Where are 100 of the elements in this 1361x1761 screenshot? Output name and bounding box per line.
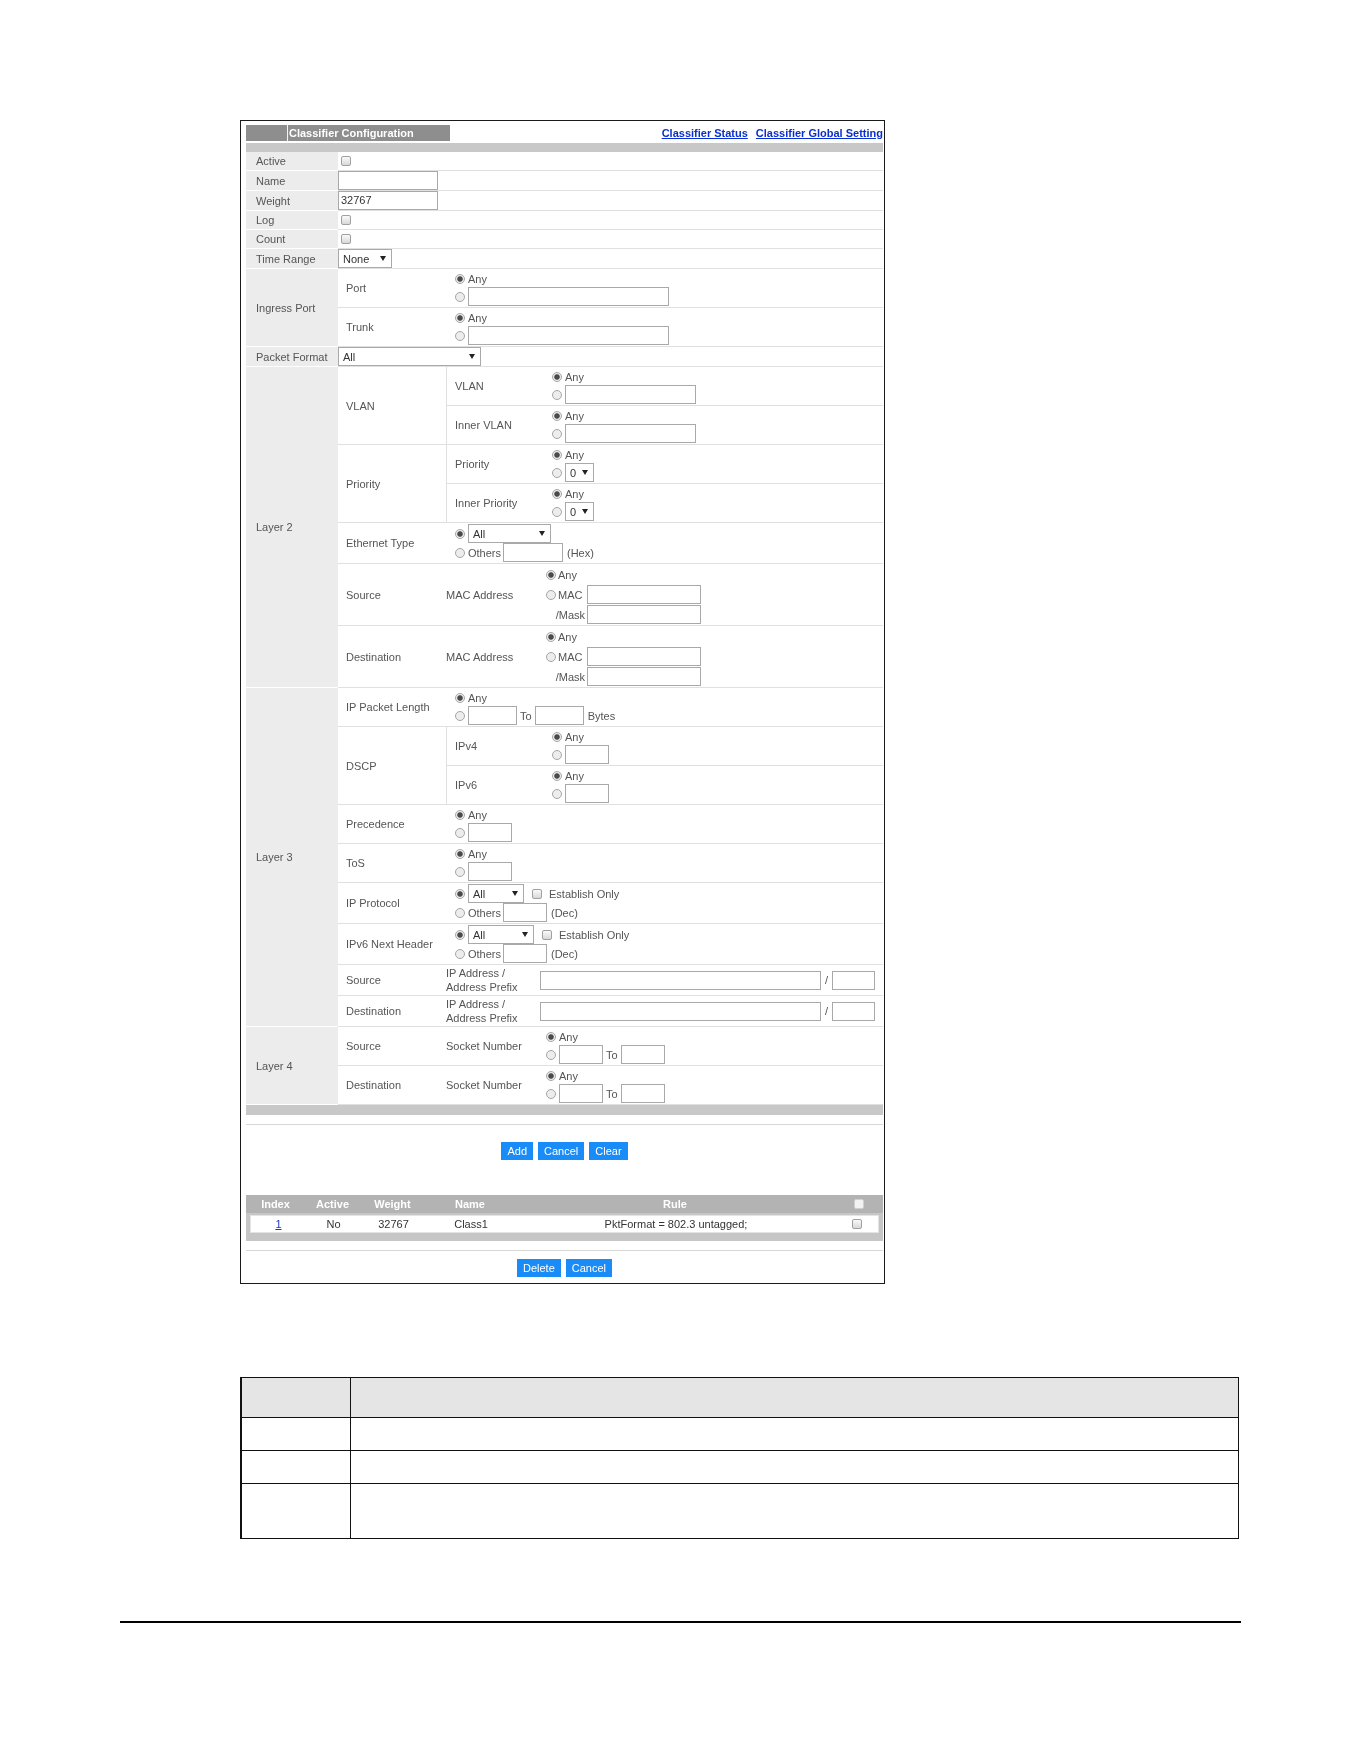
field-label: IP Address / Address Prefix xyxy=(446,967,518,993)
text-field[interactable] xyxy=(468,287,669,306)
radio-button[interactable] xyxy=(552,488,562,499)
checkbox[interactable] xyxy=(852,1219,862,1229)
option-label: Any xyxy=(558,630,577,643)
text-field[interactable] xyxy=(503,903,547,922)
text-field[interactable] xyxy=(565,745,609,764)
prefix-separator: / xyxy=(825,974,829,986)
label-cell: Active xyxy=(246,152,338,171)
option-label: Any xyxy=(565,769,584,782)
field-label: IPv6 Next Header xyxy=(346,938,433,950)
field-label: Destination xyxy=(346,650,402,663)
radio-button[interactable] xyxy=(455,866,465,877)
radio-button[interactable] xyxy=(546,631,556,642)
dropdown[interactable]: 0 xyxy=(565,502,594,521)
radio-button[interactable] xyxy=(552,410,562,421)
radio-button[interactable] xyxy=(552,788,562,799)
text-field[interactable] xyxy=(559,1084,603,1103)
dropdown[interactable]: 0 xyxy=(565,463,594,482)
label-cell: Count xyxy=(246,230,338,249)
text-field[interactable] xyxy=(503,543,563,562)
text-field[interactable] xyxy=(620,1045,665,1064)
text-field[interactable] xyxy=(540,1001,821,1021)
index-link[interactable]: 1 xyxy=(275,1218,282,1230)
text-field[interactable] xyxy=(468,706,517,725)
radio-button[interactable] xyxy=(455,809,465,820)
radio-button[interactable] xyxy=(455,827,465,838)
header-link[interactable]: Classifier Status xyxy=(661,127,748,139)
radio-button[interactable] xyxy=(552,770,562,781)
radio-button[interactable] xyxy=(546,1049,556,1060)
checkbox[interactable] xyxy=(854,1199,864,1209)
checkbox[interactable] xyxy=(542,929,552,940)
text-field[interactable] xyxy=(503,944,547,963)
radio-button[interactable] xyxy=(552,731,562,742)
unit-label: (Hex) xyxy=(567,546,594,559)
text-field[interactable] xyxy=(468,862,512,881)
radio-button[interactable] xyxy=(455,547,465,558)
label-cell: Log xyxy=(246,211,338,230)
field-label: VLAN xyxy=(346,399,375,412)
option-label: Any xyxy=(468,272,487,285)
label-cell: Name xyxy=(246,171,338,191)
dropdown[interactable]: All xyxy=(468,925,534,944)
text-field[interactable] xyxy=(587,647,701,666)
radio-button[interactable] xyxy=(455,330,465,341)
dropdown[interactable]: All xyxy=(468,524,551,543)
checkbox[interactable] xyxy=(341,234,351,244)
radio-button[interactable] xyxy=(552,506,562,517)
text-field[interactable] xyxy=(620,1084,665,1103)
text-field[interactable] xyxy=(832,970,876,990)
option-label: Any xyxy=(559,1069,578,1082)
radio-button[interactable] xyxy=(455,528,465,539)
text-field[interactable] xyxy=(587,667,701,686)
radio-button[interactable] xyxy=(552,749,562,760)
column-header: Index xyxy=(261,1198,290,1210)
text-field[interactable] xyxy=(565,385,696,404)
radio-button[interactable] xyxy=(546,651,556,662)
text-field[interactable] xyxy=(587,605,701,624)
radio-button[interactable] xyxy=(546,569,556,580)
radio-button[interactable] xyxy=(455,291,465,302)
radio-button[interactable] xyxy=(455,848,465,859)
checkbox[interactable] xyxy=(532,888,542,899)
text-field[interactable] xyxy=(565,784,609,803)
dropdown[interactable]: None xyxy=(338,249,392,268)
radio-button[interactable] xyxy=(546,1088,556,1099)
radio-button[interactable] xyxy=(455,273,465,284)
radio-button[interactable] xyxy=(455,710,465,721)
radio-button[interactable] xyxy=(455,312,465,323)
prefix-separator: / xyxy=(825,1005,829,1017)
radio-button[interactable] xyxy=(455,929,465,940)
checkbox[interactable] xyxy=(341,215,351,225)
label-cell: Time Range xyxy=(246,249,338,269)
checkbox[interactable] xyxy=(341,156,351,166)
text-field[interactable] xyxy=(540,970,821,990)
radio-button[interactable] xyxy=(552,467,562,478)
text-field[interactable] xyxy=(832,1001,876,1021)
text-field[interactable] xyxy=(559,1045,603,1064)
radio-button[interactable] xyxy=(546,1070,556,1081)
text-field[interactable] xyxy=(468,823,512,842)
radio-button[interactable] xyxy=(546,589,556,600)
radio-button[interactable] xyxy=(552,428,562,439)
table-cell: No xyxy=(326,1218,341,1230)
text-field[interactable] xyxy=(468,326,669,345)
dropdown[interactable]: All xyxy=(338,347,481,366)
radio-button[interactable] xyxy=(546,1031,556,1042)
radio-button[interactable] xyxy=(552,371,562,382)
text-field[interactable] xyxy=(565,424,696,443)
radio-button[interactable] xyxy=(455,692,465,703)
dropdown[interactable]: All xyxy=(468,884,524,903)
header-link[interactable]: Classifier Global Setting xyxy=(755,127,883,139)
text-field[interactable] xyxy=(338,171,438,190)
radio-button[interactable] xyxy=(455,948,465,959)
text-field[interactable] xyxy=(534,706,584,725)
radio-button[interactable] xyxy=(552,389,562,400)
text-field[interactable]: 32767 xyxy=(338,191,438,210)
option-label: Any xyxy=(565,409,584,422)
option-label: Any xyxy=(468,311,487,324)
radio-button[interactable] xyxy=(455,907,465,918)
text-field[interactable] xyxy=(587,585,701,604)
radio-button[interactable] xyxy=(552,449,562,460)
radio-button[interactable] xyxy=(455,888,465,899)
